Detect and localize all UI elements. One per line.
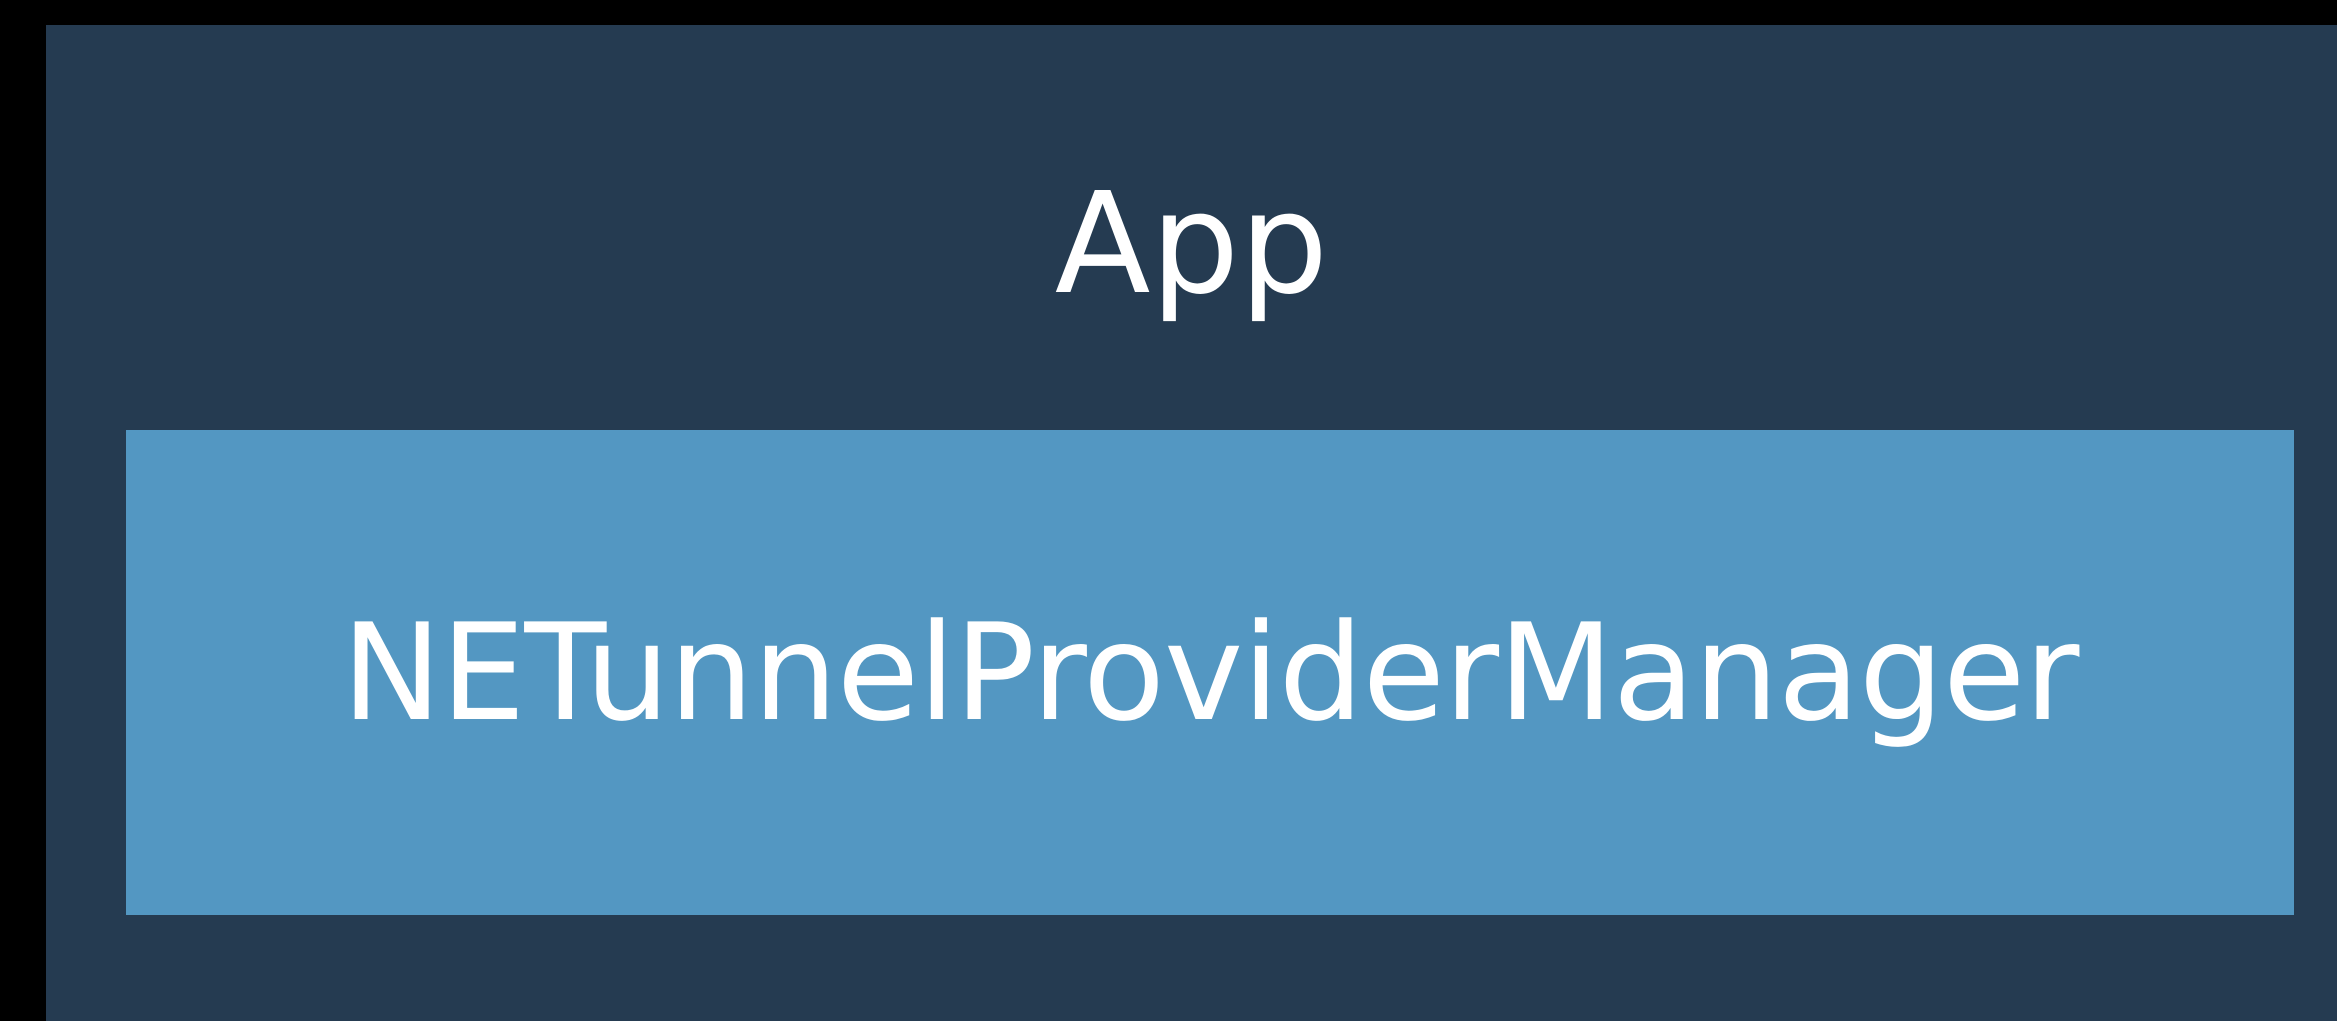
app-label: App [1054,163,1329,326]
app-container-box: App NETunnelProviderManager [46,25,2337,1021]
diagram-canvas: App NETunnelProviderManager [0,0,2337,1021]
tunnel-provider-manager-box: NETunnelProviderManager [126,430,2294,915]
tunnel-provider-manager-label: NETunnelProviderManager [341,594,2080,751]
